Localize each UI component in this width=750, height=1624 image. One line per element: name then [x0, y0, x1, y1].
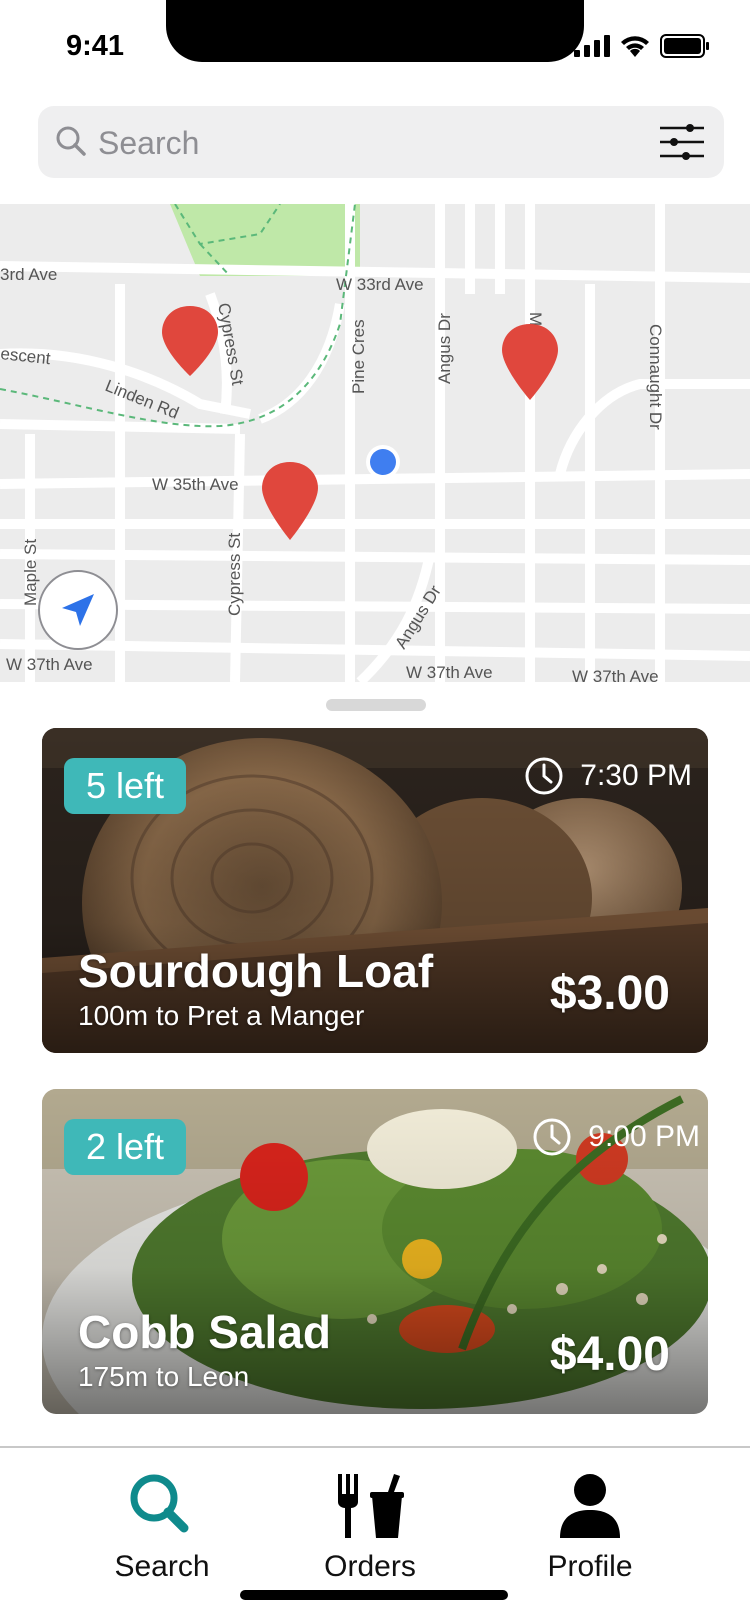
battery-icon	[660, 34, 709, 58]
quantity-badge: 5 left	[64, 758, 187, 814]
pickup-time-label: 9:00 PM	[588, 1120, 700, 1153]
street-label: Cypress St	[225, 533, 244, 616]
status-time: 9:41	[66, 30, 125, 62]
food-card[interactable]: 5 left 7:30 PM Sourdough Loaf 100m to Pr…	[42, 728, 708, 1053]
quantity-badge: 2 left	[64, 1119, 187, 1175]
card-distance: 100m to Pret a Manger	[78, 1000, 365, 1031]
card-distance: 175m to Leon	[78, 1361, 250, 1392]
sheet-drag-handle[interactable]	[326, 699, 426, 711]
street-label: W 37th Ave	[406, 663, 493, 682]
tab-label: Orders	[324, 1550, 416, 1583]
street-label: Maple St	[21, 539, 40, 606]
card-price: $3.00	[549, 967, 670, 1020]
signal-icon	[574, 35, 610, 57]
street-label: W 33rd Ave	[336, 275, 424, 294]
search-bar[interactable]	[38, 106, 724, 178]
status-icons	[574, 34, 710, 58]
search-input[interactable]	[96, 118, 640, 168]
street-label: Pine Cres	[349, 319, 368, 394]
pickup-time-label: 7:30 PM	[580, 759, 692, 792]
wifi-icon	[621, 36, 649, 57]
tab-profile[interactable]: Profile	[490, 1466, 690, 1586]
card-title: Cobb Salad	[78, 1306, 332, 1358]
tab-label: Profile	[547, 1550, 633, 1583]
locate-me-button[interactable]	[38, 570, 118, 650]
tab-search[interactable]: Search	[62, 1466, 262, 1586]
pickup-time: 7:30 PM	[524, 756, 692, 796]
street-label: 3rd Ave	[0, 265, 57, 284]
filter-sliders-icon[interactable]	[660, 122, 704, 162]
home-indicator[interactable]	[240, 1590, 508, 1600]
card-price: $4.00	[549, 1328, 670, 1381]
status-bar: 9:41	[0, 0, 750, 100]
street-label: W 37th Ave	[572, 667, 659, 682]
street-label: W 35th Ave	[152, 475, 239, 494]
navigation-arrow-icon	[62, 594, 94, 626]
street-label: W 37th Ave	[6, 655, 93, 674]
user-location-dot	[370, 449, 396, 475]
clock-icon	[533, 1118, 571, 1156]
street-label: Angus Dr	[435, 313, 454, 384]
pickup-time: 9:00 PM	[532, 1117, 700, 1157]
food-card[interactable]: 2 left 9:00 PM Cobb Salad 175m to Leon $…	[42, 1089, 708, 1414]
search-icon	[56, 126, 86, 156]
fork-and-cup-icon	[338, 1474, 404, 1538]
street-label: Connaught Dr	[646, 324, 665, 430]
tab-orders[interactable]: Orders	[270, 1466, 470, 1586]
phone-screen: 9:41 Search 3rd Ave W 33rd Ave escent Li…	[0, 0, 750, 1624]
magnifier-icon	[130, 1474, 189, 1533]
tab-label: Search	[114, 1550, 210, 1583]
person-icon	[560, 1474, 620, 1538]
clock-icon	[525, 757, 563, 795]
notch	[166, 0, 584, 62]
card-title: Sourdough Loaf	[78, 945, 434, 997]
